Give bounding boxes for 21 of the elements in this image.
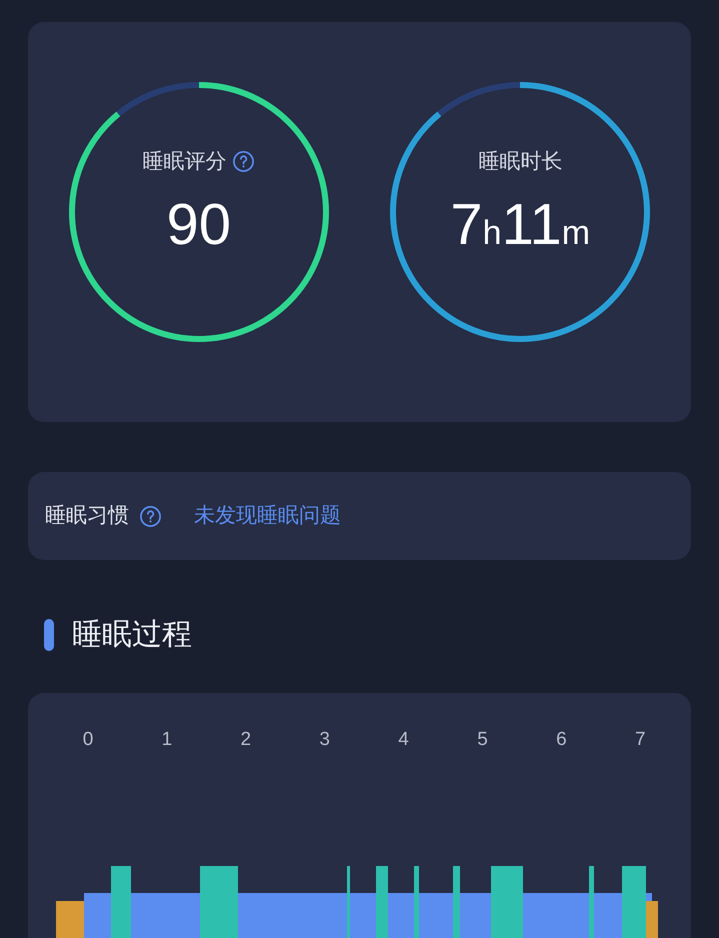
value-text: 11: [502, 196, 562, 254]
help-icon[interactable]: [139, 504, 162, 528]
value-text: 7: [450, 196, 483, 254]
value-text: 90: [166, 196, 231, 254]
section-marker: [44, 618, 54, 650]
hour-tick: 5: [476, 728, 489, 752]
ring-label: 睡眠评分: [142, 149, 226, 175]
hour-tick: 6: [555, 728, 568, 752]
hour-tick: 2: [240, 728, 252, 752]
help-icon[interactable]: [232, 150, 256, 174]
section-title: 睡眠过程: [72, 617, 192, 653]
ring-label: 睡眠时长: [478, 149, 562, 175]
hour-tick: 4: [397, 728, 410, 752]
habit-value: 未发现睡眠问题: [194, 503, 341, 530]
hour-tick: 3: [318, 728, 331, 752]
hour-tick: 0: [82, 728, 94, 752]
hour-tick: 7: [634, 728, 647, 752]
hour-tick: 1: [160, 728, 174, 752]
unit-text: h: [482, 216, 502, 250]
habit-label: 睡眠习惯: [45, 503, 129, 530]
unit-text: m: [562, 216, 590, 250]
